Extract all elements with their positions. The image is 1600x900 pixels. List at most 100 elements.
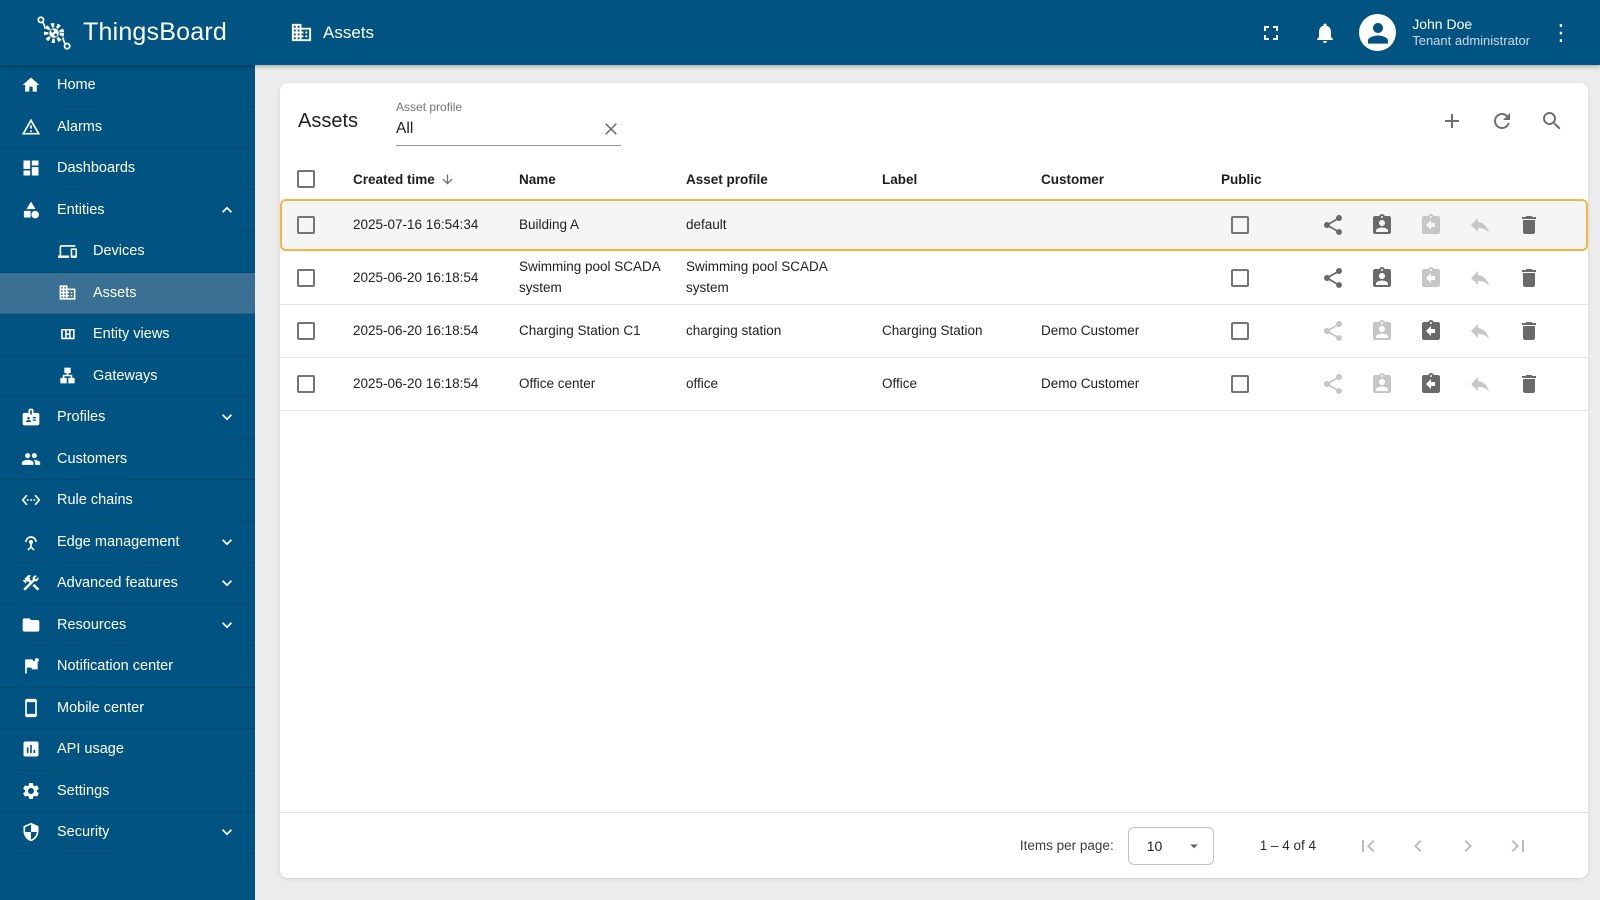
cell-asset-profile: charging station — [686, 322, 782, 338]
table-row[interactable]: 2025-07-16 16:54:34 Building A default — [280, 199, 1588, 252]
sidebar-item-settings[interactable]: Settings — [0, 771, 255, 812]
search-button[interactable] — [1540, 109, 1564, 133]
delete-icon[interactable] — [1517, 213, 1541, 237]
sidebar-item-assets[interactable]: Assets — [0, 272, 255, 314]
sidebar-item-dashboards[interactable]: Dashboards — [0, 148, 255, 190]
more-menu-button[interactable]: ⋮ — [1544, 21, 1578, 44]
dashboard-icon — [23, 160, 39, 176]
fullscreen-button[interactable] — [1251, 13, 1291, 53]
public-checkbox[interactable] — [1231, 269, 1249, 287]
sidebar-item-rule-chains[interactable]: Rule chains — [0, 480, 255, 522]
delete-icon[interactable] — [1517, 319, 1541, 343]
table-row[interactable]: 2025-06-20 16:18:54 Office center office… — [280, 358, 1588, 411]
chevron-down-icon[interactable] — [217, 822, 237, 842]
sidebar-item-devices[interactable]: Devices — [0, 231, 255, 273]
public-checkbox[interactable] — [1231, 375, 1249, 393]
public-checkbox[interactable] — [1231, 322, 1249, 340]
sidebar-item-notification-center[interactable]: Notification center — [0, 646, 255, 688]
cell-name: Charging Station C1 — [519, 322, 641, 338]
cell-name: Building A — [519, 216, 580, 232]
sidebar-item-api-usage[interactable]: API usage — [0, 729, 255, 771]
sidebar-item-resources[interactable]: Resources — [0, 605, 255, 646]
column-header-asset-profile[interactable]: Asset profile — [686, 172, 882, 187]
refresh-button[interactable] — [1490, 109, 1514, 133]
sidebar-item-customers[interactable]: Customers — [0, 439, 255, 480]
sidebar-item-gateways[interactable]: Gateways — [0, 356, 255, 397]
sidebar-item-alarms[interactable]: Alarms — [0, 107, 255, 148]
row-checkbox[interactable] — [297, 269, 315, 287]
row-checkbox[interactable] — [297, 375, 315, 393]
delete-icon[interactable] — [1517, 372, 1541, 396]
items-per-page-select[interactable]: 10 — [1127, 826, 1214, 865]
table-row[interactable]: 2025-06-20 16:18:54 Charging Station C1 … — [280, 305, 1588, 358]
make-private-icon — [1471, 218, 1489, 233]
sidebar-item-entities[interactable]: Entities — [0, 190, 255, 231]
last-page-button[interactable] — [1506, 834, 1530, 858]
share-icon[interactable] — [1321, 213, 1345, 237]
warning-icon — [21, 118, 41, 135]
share-icon[interactable] — [1321, 266, 1345, 290]
next-page-button[interactable] — [1456, 834, 1480, 858]
chart-icon — [23, 741, 39, 757]
cell-label: Charging Station — [882, 322, 983, 338]
sidebar-item-entity-views[interactable]: Entity views — [0, 314, 255, 356]
table-header-row: Created time Name Asset profile Label Cu… — [280, 159, 1588, 199]
chevron-up-icon[interactable] — [217, 200, 237, 220]
public-checkbox[interactable] — [1231, 216, 1249, 234]
assign-to-customer-icon[interactable] — [1370, 213, 1394, 237]
unassign-from-customer-icon[interactable] — [1419, 319, 1443, 343]
app-title: ThingsBoard — [83, 18, 227, 46]
chevron-down-icon[interactable] — [217, 532, 237, 552]
filter-label: Asset profile — [396, 100, 463, 114]
items-per-page-label: Items per page: — [1019, 838, 1114, 853]
cell-created-time: 2025-06-20 16:18:54 — [353, 375, 479, 391]
row-checkbox[interactable] — [297, 322, 315, 340]
sidebar-item-advanced-features[interactable]: Advanced features — [0, 563, 255, 605]
column-header-customer[interactable]: Customer — [1041, 172, 1221, 187]
chevron-down-icon[interactable] — [217, 573, 237, 593]
delete-icon[interactable] — [1517, 266, 1541, 290]
sidebar-item-profiles[interactable]: Profiles — [0, 397, 255, 439]
first-page-button[interactable] — [1356, 834, 1380, 858]
table-toolbar: Assets Asset profile All — [280, 83, 1588, 159]
shield-icon — [23, 823, 39, 842]
user-name: John Doe — [1412, 15, 1473, 32]
person-icon — [1367, 22, 1388, 44]
topbar-page-title: Assets — [323, 22, 375, 42]
close-icon[interactable] — [601, 119, 621, 139]
devices-icon — [58, 244, 77, 258]
bell-icon — [1317, 23, 1334, 43]
cell-asset-profile: default — [686, 216, 727, 232]
cell-asset-profile: office — [686, 375, 719, 391]
user-avatar[interactable] — [1359, 14, 1397, 51]
filter-value[interactable]: All — [396, 120, 601, 138]
asset-profile-filter[interactable]: Asset profile All — [396, 96, 622, 146]
unassign-from-customer-icon[interactable] — [1419, 372, 1443, 396]
column-header-created-time[interactable]: Created time — [353, 172, 519, 187]
column-header-public[interactable]: Public — [1221, 172, 1317, 187]
settings-ethernet-icon — [21, 494, 41, 506]
add-asset-button[interactable] — [1440, 109, 1464, 133]
fullscreen-icon — [1264, 25, 1279, 40]
select-all-checkbox[interactable] — [297, 170, 315, 188]
assets-building-icon — [59, 285, 76, 300]
sidebar-item-edge-management[interactable]: Edge management — [0, 522, 255, 563]
thingsboard-logo[interactable]: ThingsBoard — [0, 12, 255, 54]
table-row[interactable]: 2025-06-20 16:18:54 Swimming pool SCADA … — [280, 252, 1588, 305]
chevron-down-icon[interactable] — [217, 407, 237, 427]
sidebar-item-mobile-center[interactable]: Mobile center — [0, 688, 255, 729]
row-checkbox[interactable] — [297, 216, 315, 234]
notifications-button[interactable] — [1305, 13, 1345, 53]
sidebar-item-home[interactable]: Home — [0, 65, 255, 107]
user-info: John Doe Tenant administrator — [1412, 15, 1530, 50]
column-header-label[interactable]: Label — [882, 172, 1041, 187]
user-role: Tenant administrator — [1412, 33, 1530, 49]
assign-to-customer-icon[interactable] — [1370, 266, 1394, 290]
topbar-page-heading: Assets — [290, 21, 374, 44]
home-icon — [22, 77, 40, 92]
folder-icon — [22, 618, 40, 632]
chevron-down-icon[interactable] — [217, 615, 237, 635]
column-header-name[interactable]: Name — [519, 172, 686, 187]
previous-page-button[interactable] — [1406, 834, 1430, 858]
sidebar-item-security[interactable]: Security — [0, 812, 255, 854]
